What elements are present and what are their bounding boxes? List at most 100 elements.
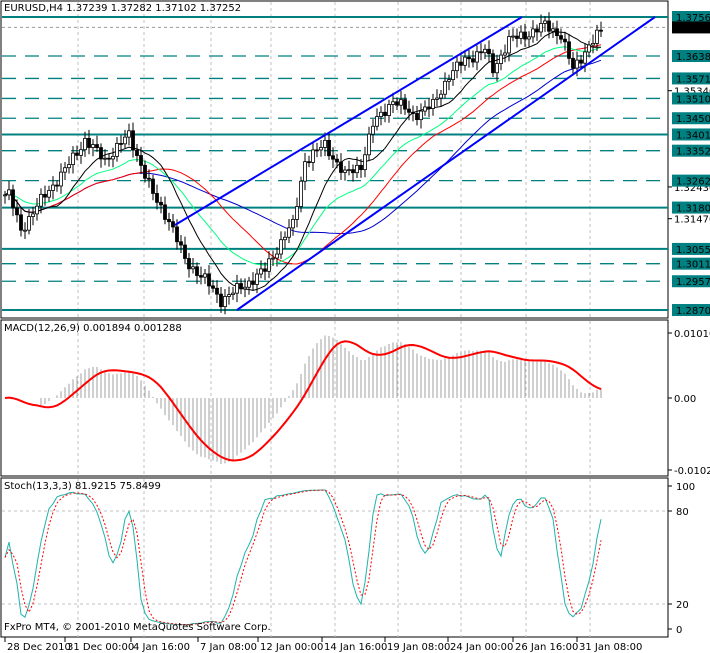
candle-body: [551, 28, 555, 32]
candle-body: [43, 193, 47, 198]
candle-body: [251, 280, 255, 285]
candle-body: [259, 268, 263, 275]
candle-body: [439, 93, 443, 99]
level-price-label: 1.29579: [676, 277, 710, 288]
candle-body: [431, 99, 435, 109]
x-tick-label: 31 Dec 00:00: [67, 642, 134, 653]
level-price-label: 1.35710: [676, 74, 710, 85]
macd-scale-label: 0.01010: [674, 329, 710, 340]
candle-body: [571, 57, 575, 69]
price-scale-label: 1.31470: [674, 215, 710, 226]
candle-body: [27, 216, 31, 231]
candle-body: [303, 161, 307, 182]
candle-body: [111, 155, 115, 160]
x-tick-label: 28 Dec 2010: [7, 642, 71, 653]
candle-body: [543, 20, 547, 24]
candle-body: [355, 164, 359, 174]
candle-body: [39, 193, 43, 207]
candle-body: [123, 136, 127, 145]
candle-body: [447, 79, 451, 82]
stoch-label: Stoch(13,3,3) 81.9215 75.8499: [4, 481, 161, 492]
level-price-label: 1.34016: [676, 130, 710, 141]
candle-body: [499, 54, 503, 64]
candle-body: [515, 35, 519, 39]
stoch-scale-label: 0: [676, 625, 682, 636]
candle-body: [267, 258, 271, 272]
candle-body: [115, 143, 119, 157]
candle-body: [503, 52, 507, 56]
candle-body: [127, 130, 131, 138]
candle-body: [487, 48, 491, 55]
candle-body: [307, 161, 311, 164]
candle-body: [555, 28, 559, 37]
candle-body: [187, 258, 191, 270]
candle-body: [351, 169, 355, 174]
candle-body: [275, 253, 279, 259]
candle-body: [131, 130, 135, 151]
chart-title: EURUSD,H4 1.37239 1.37282 1.37102 1.3725…: [4, 3, 242, 14]
candle-body: [175, 226, 179, 243]
level-price-label: 1.34507: [676, 114, 710, 125]
candle-body: [491, 53, 495, 74]
candle-body: [547, 20, 551, 32]
candle-body: [319, 147, 323, 151]
candle-body: [151, 178, 155, 194]
candle-body: [383, 111, 387, 116]
candle-body: [407, 108, 411, 113]
candle-body: [55, 184, 59, 187]
candle-body: [455, 61, 459, 72]
candle-body: [231, 292, 235, 296]
mt4-chart-window[interactable]: 28 Dec 2010 31 Dec 00:00 4 Jan 16:00 7 Jan …: [0, 0, 710, 653]
candle-body: [191, 266, 195, 270]
candle-body: [507, 36, 511, 54]
candle-body: [95, 144, 99, 148]
candle-body: [167, 219, 171, 223]
candle-body: [495, 63, 499, 74]
candle-body: [563, 38, 567, 43]
candle-body: [59, 171, 63, 187]
candle-body: [583, 51, 587, 64]
candle-body: [211, 285, 215, 289]
candle-body: [199, 275, 203, 278]
candle-body: [391, 101, 395, 105]
candle-body: [47, 190, 51, 198]
candle-body: [219, 293, 223, 308]
candle-body: [23, 229, 27, 232]
macd-scale-label: 0.00: [674, 394, 696, 405]
candle-body: [419, 110, 423, 121]
candle-body: [423, 106, 427, 112]
candle-body: [79, 149, 83, 156]
candle-body: [587, 44, 591, 53]
level-price-label: 1.30556: [676, 245, 710, 256]
candle-body: [203, 273, 207, 278]
candle-body: [299, 180, 303, 207]
candle-body: [311, 149, 315, 163]
candle-body: [315, 149, 319, 152]
candle-body: [535, 28, 539, 33]
candle-body: [459, 61, 463, 66]
current-price-label: 1.37252: [676, 23, 710, 34]
candle-body: [195, 266, 199, 276]
candle-body: [35, 205, 39, 215]
candle-body: [71, 152, 75, 165]
candle-body: [375, 116, 379, 127]
ma-red-line: [4, 44, 602, 265]
candle-body: [15, 207, 19, 216]
candle-body: [247, 280, 251, 288]
candle-body: [63, 167, 67, 173]
candle-body: [363, 154, 367, 171]
candle-body: [415, 113, 419, 121]
candle-body: [367, 133, 371, 156]
candle-body: [599, 29, 603, 32]
stoch-scale-label: 100: [676, 482, 695, 493]
candle-body: [399, 99, 403, 106]
candle-body: [371, 125, 375, 135]
candle-body: [147, 177, 151, 180]
candle-body: [239, 283, 243, 290]
x-tick-label: 24 Jan 00:00: [450, 642, 513, 653]
candle-body: [451, 70, 455, 81]
level-price-label: 1.31806: [676, 204, 710, 215]
x-tick-label: 12 Jan 00:00: [260, 642, 323, 653]
level-price-label: 1.30110: [676, 260, 710, 271]
candle-body: [291, 219, 295, 229]
